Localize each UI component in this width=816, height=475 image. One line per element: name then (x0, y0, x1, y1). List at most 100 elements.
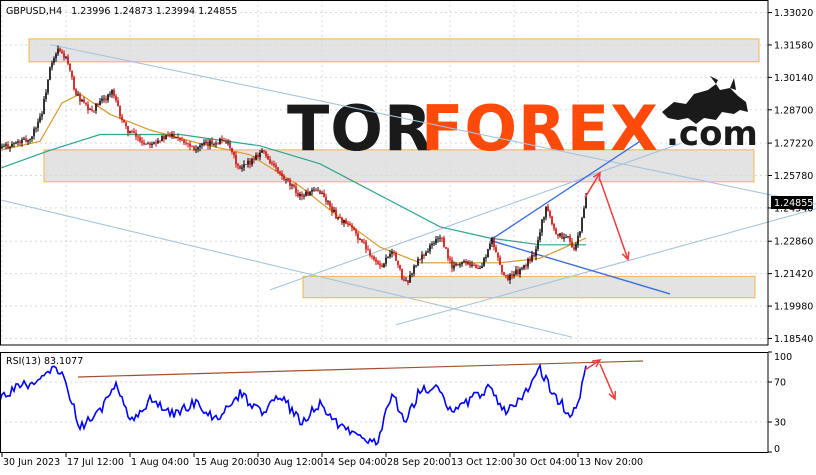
candle-body (235, 155, 237, 164)
candle-body (373, 256, 375, 260)
candle-body (323, 192, 325, 197)
candle-body (139, 137, 141, 141)
candle-body (43, 98, 45, 115)
candle-body (415, 265, 417, 267)
time-axis-label: 30 Jun 2023 (3, 457, 60, 468)
candle-body (539, 232, 541, 240)
time-axis-label: 30 Oct 04:00 (515, 457, 577, 468)
candle-body (473, 264, 475, 266)
rsi-label: RSI(13) 83.1077 (6, 356, 83, 367)
candle-body (225, 141, 227, 144)
candle-body (47, 79, 49, 93)
rsi-pane (0, 359, 768, 447)
candle-body (45, 92, 47, 99)
candle-body (63, 53, 65, 58)
candle-body (261, 150, 263, 153)
candle-body (507, 275, 509, 280)
candle-body (21, 139, 23, 143)
trendline (0, 199, 573, 338)
candle-body (439, 237, 441, 239)
rsi-axis-label: 30 (774, 418, 786, 429)
candle-body (255, 154, 257, 160)
price-axis-label: 1.31580 (774, 40, 813, 51)
candle-body (275, 165, 277, 168)
candle-body (505, 274, 507, 276)
candle-body (207, 141, 209, 146)
candle-body (381, 265, 383, 267)
candle-body (511, 274, 513, 276)
candle-body (3, 145, 5, 147)
candle-body (181, 139, 183, 141)
candle-body (561, 233, 563, 239)
candle-body (311, 189, 313, 192)
candle-body (327, 201, 329, 203)
candle-body (437, 238, 439, 240)
candle-body (263, 150, 265, 152)
candle-body (55, 53, 57, 59)
candle-body (391, 252, 393, 254)
candle-body (149, 143, 151, 146)
candle-body (91, 109, 93, 111)
candle-body (133, 131, 135, 133)
candle-body (77, 94, 79, 96)
candle-body (533, 254, 535, 257)
candle-body (293, 184, 295, 187)
candle-body (281, 173, 283, 177)
candle-body (299, 193, 301, 197)
candle-body (249, 160, 251, 165)
candle-body (87, 104, 89, 110)
candle-body (167, 135, 169, 136)
candle-body (171, 134, 173, 137)
candle-body (543, 217, 545, 220)
candle-body (107, 94, 109, 101)
candle-body (315, 189, 317, 191)
candle-body (479, 268, 481, 269)
price-axis-label: 1.30140 (774, 73, 813, 84)
candle-body (125, 122, 127, 127)
candle-body (211, 140, 213, 145)
candle-body (67, 56, 69, 64)
rsi-forecast-arrow (599, 363, 616, 400)
candle-body (259, 152, 261, 158)
candle-body (165, 135, 167, 140)
candle-body (41, 114, 43, 117)
candle-body (469, 262, 471, 267)
chart-window[interactable]: TOR FOREX .com 1.33020 1.31580 1.30140 1.28… (0, 0, 816, 471)
time-axis-label: 28 Sep 20:00 (387, 457, 450, 468)
candle-body (427, 251, 429, 253)
candle-body (367, 249, 369, 251)
time-axis-label: 17 Jul 12:00 (67, 457, 124, 468)
candle-body (339, 217, 341, 219)
candle-body (549, 211, 551, 217)
candle-body (99, 100, 101, 106)
candle-body (447, 248, 449, 259)
candle-body (27, 139, 29, 142)
candle-body (525, 265, 527, 267)
candle-body (287, 178, 289, 181)
candle-body (135, 132, 137, 137)
logo: TOR FOREX .com (287, 76, 758, 165)
candle-body (123, 120, 125, 123)
candle-body (153, 142, 155, 144)
candle-body (95, 103, 97, 111)
candle-body (485, 256, 487, 259)
candle-body (71, 70, 73, 77)
candle-body (513, 274, 515, 276)
candle-body (387, 256, 389, 258)
candle-body (221, 138, 223, 141)
candle-body (295, 186, 297, 193)
candle-body (501, 264, 503, 273)
candle-body (405, 280, 407, 282)
candle-body (385, 257, 387, 264)
candle-body (361, 239, 363, 242)
candle-body (553, 224, 555, 229)
candle-body (317, 190, 319, 192)
candle-body (463, 260, 465, 263)
candle-body (279, 171, 281, 174)
rsi-line (0, 363, 587, 447)
sr-zones (28, 38, 760, 299)
candle-body (345, 220, 347, 224)
logo-com-text: .com (666, 114, 758, 154)
candle-body (131, 131, 133, 133)
chart-canvas[interactable]: TOR FOREX .com 1.33020 1.31580 1.30140 1.28… (0, 0, 816, 471)
